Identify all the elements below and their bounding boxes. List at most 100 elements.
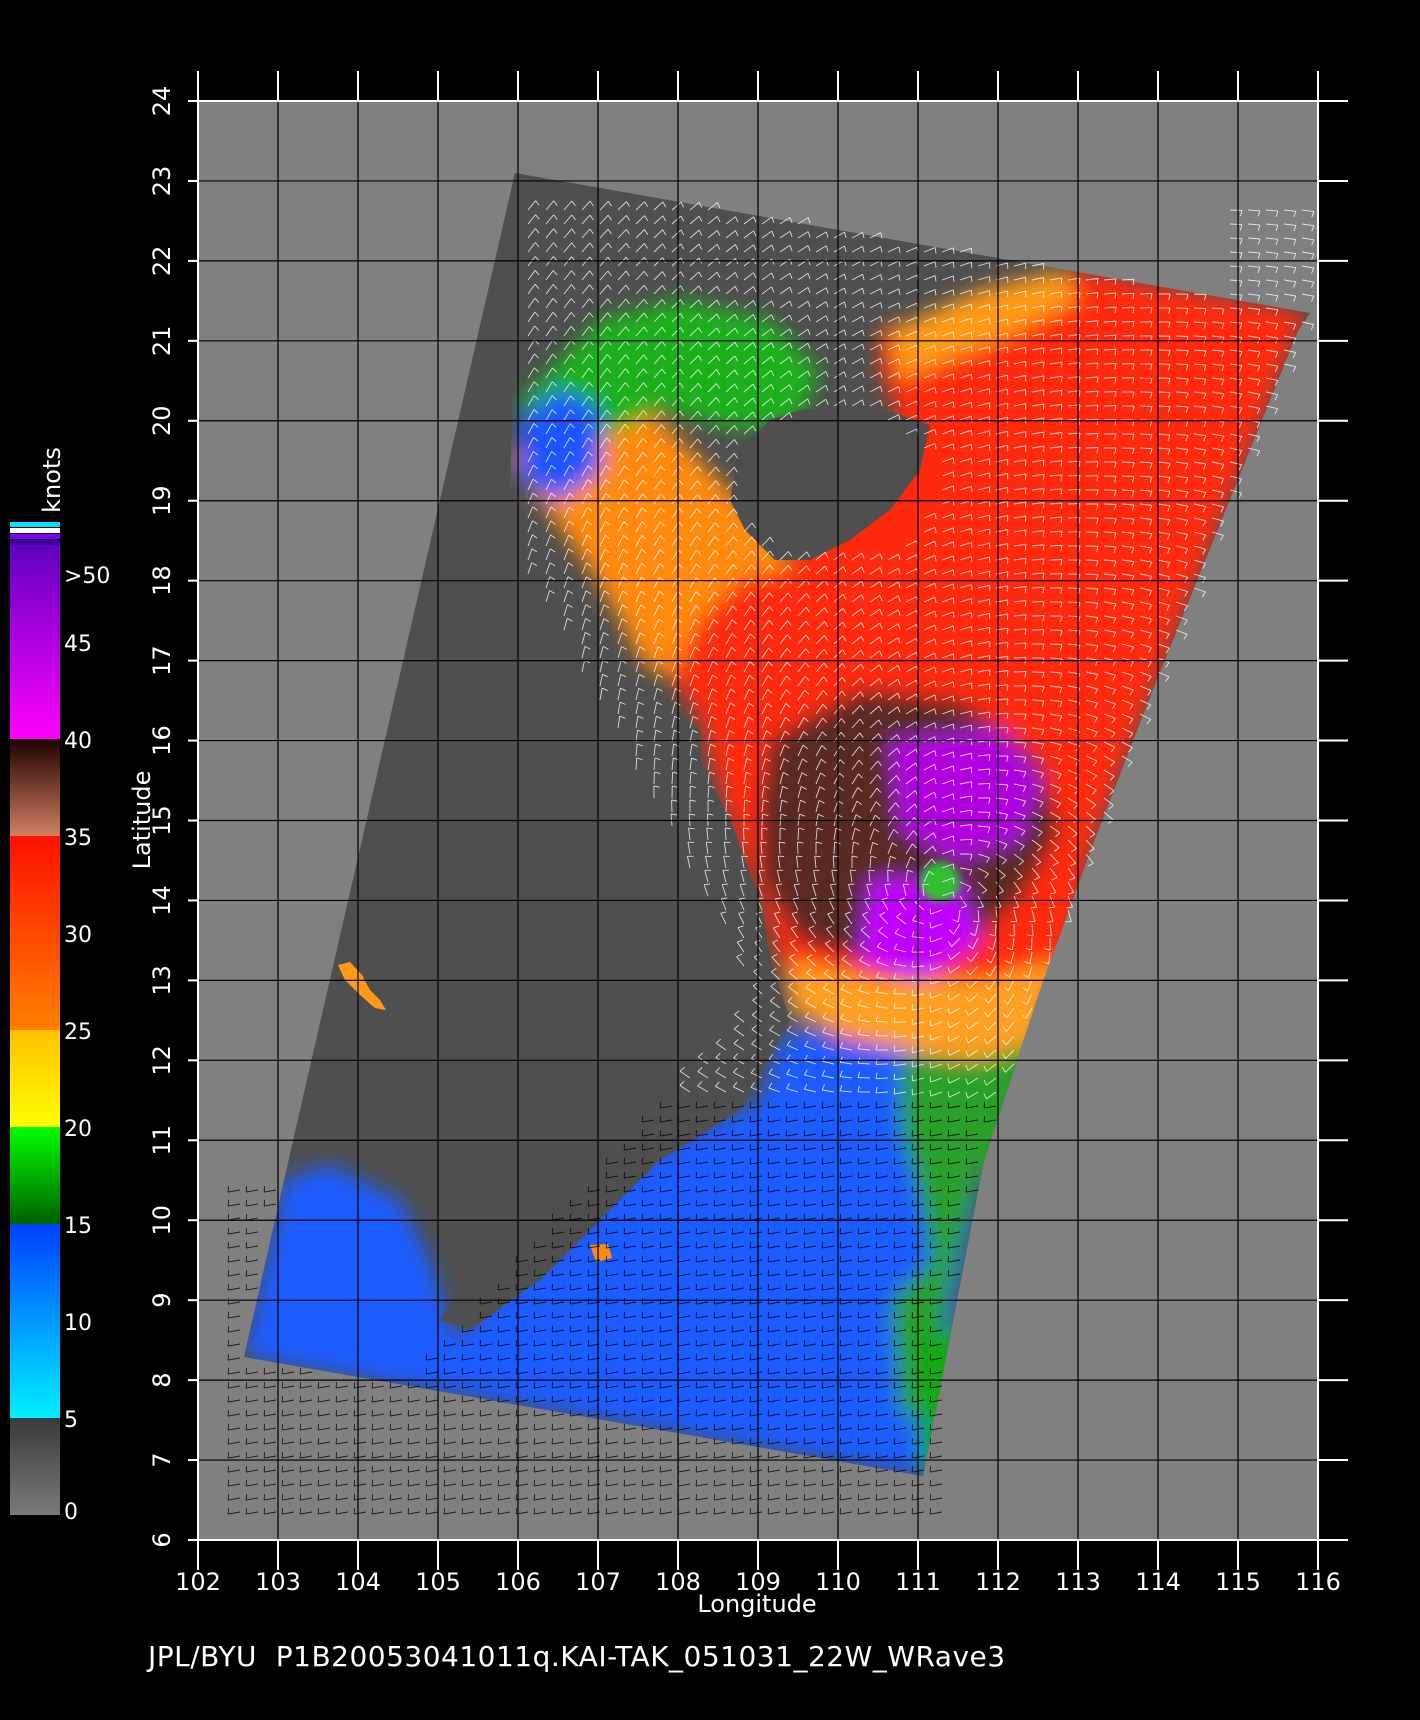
wind-barb xyxy=(970,416,973,423)
wind-vector xyxy=(725,799,727,813)
wind-vector xyxy=(797,827,800,841)
wind-barb xyxy=(1042,474,1045,481)
wind-barb xyxy=(970,374,973,381)
wind-barb xyxy=(970,248,973,255)
wind-barb xyxy=(1078,334,1081,341)
wind-barb xyxy=(1060,418,1063,425)
wind-barb xyxy=(970,444,973,451)
wind-barb xyxy=(1078,362,1081,369)
wind-barb xyxy=(1024,558,1027,565)
wind-barb xyxy=(1024,530,1027,537)
wind-vector xyxy=(1229,223,1243,226)
wind-barb xyxy=(970,262,973,269)
wind-vector xyxy=(1103,391,1117,393)
wind-vector xyxy=(977,782,991,785)
wind-vector xyxy=(1121,461,1135,463)
wind-vector xyxy=(1013,671,1027,673)
wind-vector xyxy=(1031,937,1033,951)
wind-barb xyxy=(1006,670,1009,677)
wind-barb xyxy=(970,346,973,353)
wind-barb xyxy=(970,810,973,817)
wind-vector xyxy=(1085,447,1099,449)
wind-vector xyxy=(1103,517,1117,520)
wind-barb xyxy=(1078,292,1081,299)
wind-barb xyxy=(724,841,731,844)
wind-barb xyxy=(722,883,729,886)
wind-barb xyxy=(1042,446,1045,453)
wind-barb xyxy=(1060,404,1063,411)
wind-barb xyxy=(970,430,973,437)
wind-barb xyxy=(970,360,973,367)
wind-vector xyxy=(1157,377,1171,379)
wind-barb xyxy=(1060,348,1063,355)
wind-vector xyxy=(1031,615,1045,617)
wind-barb xyxy=(988,740,991,747)
wind-vector xyxy=(1193,293,1207,295)
wind-barb xyxy=(1060,432,1063,439)
wind-barb xyxy=(830,883,837,886)
wind-barb xyxy=(970,318,973,325)
wind-vector xyxy=(1229,209,1243,211)
wind-vector xyxy=(1103,376,1117,379)
wind-barb xyxy=(970,486,973,493)
wind-barb xyxy=(1078,306,1081,313)
wind-vector xyxy=(1013,727,1027,729)
wind-barb xyxy=(796,855,803,858)
wind-vector xyxy=(1031,685,1045,688)
wind-barb xyxy=(970,402,973,409)
wind-barb xyxy=(706,841,713,844)
wind-vector xyxy=(1121,475,1135,478)
wind-vector xyxy=(742,827,745,841)
wind-barb xyxy=(1006,628,1009,635)
wind-barb xyxy=(1096,278,1099,285)
wind-vector xyxy=(1085,559,1099,562)
wind-barb xyxy=(988,726,991,733)
wind-vector xyxy=(797,841,799,855)
wind-barb xyxy=(740,883,747,886)
wind-barb xyxy=(970,388,973,395)
wind-barb xyxy=(778,855,785,858)
wind-barb xyxy=(970,304,973,311)
wind-vector xyxy=(1175,335,1189,337)
wind-vector xyxy=(1049,559,1063,561)
wind-barb xyxy=(758,883,765,886)
wind-map-figure: 102 103 104 105 106 107 108 109 110 111 112 113 114 1… xyxy=(10,71,1348,1618)
wind-barb xyxy=(1078,278,1081,285)
wind-barb xyxy=(776,883,783,886)
wind-vector xyxy=(1139,433,1153,436)
wind-barb xyxy=(794,883,801,886)
wind-barb xyxy=(1042,488,1045,495)
wind-vector xyxy=(1049,643,1063,646)
wind-vector xyxy=(635,757,638,771)
wind-barb xyxy=(850,869,857,872)
wind-barb xyxy=(1042,460,1045,467)
wind-barb xyxy=(1060,376,1063,383)
wind-barb xyxy=(893,1073,896,1080)
wind-barb xyxy=(742,841,749,844)
wind-barb xyxy=(1024,572,1027,579)
wind-vector xyxy=(1121,320,1135,323)
wind-vector xyxy=(1121,335,1135,337)
wind-barb xyxy=(970,332,973,339)
wind-barb xyxy=(1078,348,1081,355)
wind-barb xyxy=(1078,320,1081,327)
wind-vector xyxy=(1103,503,1117,505)
wind-barb xyxy=(970,472,973,479)
wind-barb xyxy=(1006,656,1009,663)
wind-barb xyxy=(1024,586,1027,593)
wind-vector xyxy=(1193,307,1207,310)
wind-vector xyxy=(1175,349,1189,352)
wind-barb xyxy=(1042,502,1045,509)
wind-barb xyxy=(1060,362,1063,369)
wind-vector xyxy=(1157,391,1171,394)
wind-vector xyxy=(1085,432,1099,435)
wind-barb xyxy=(970,276,973,283)
wind-barb xyxy=(812,883,819,886)
wind-barb xyxy=(970,290,973,297)
wind-barb xyxy=(1045,934,1052,937)
wind-barb xyxy=(1024,544,1027,551)
wind-barb xyxy=(1060,390,1063,397)
wind-barb xyxy=(1006,642,1009,649)
wind-barb xyxy=(970,458,973,465)
wind-barb xyxy=(1042,516,1045,523)
